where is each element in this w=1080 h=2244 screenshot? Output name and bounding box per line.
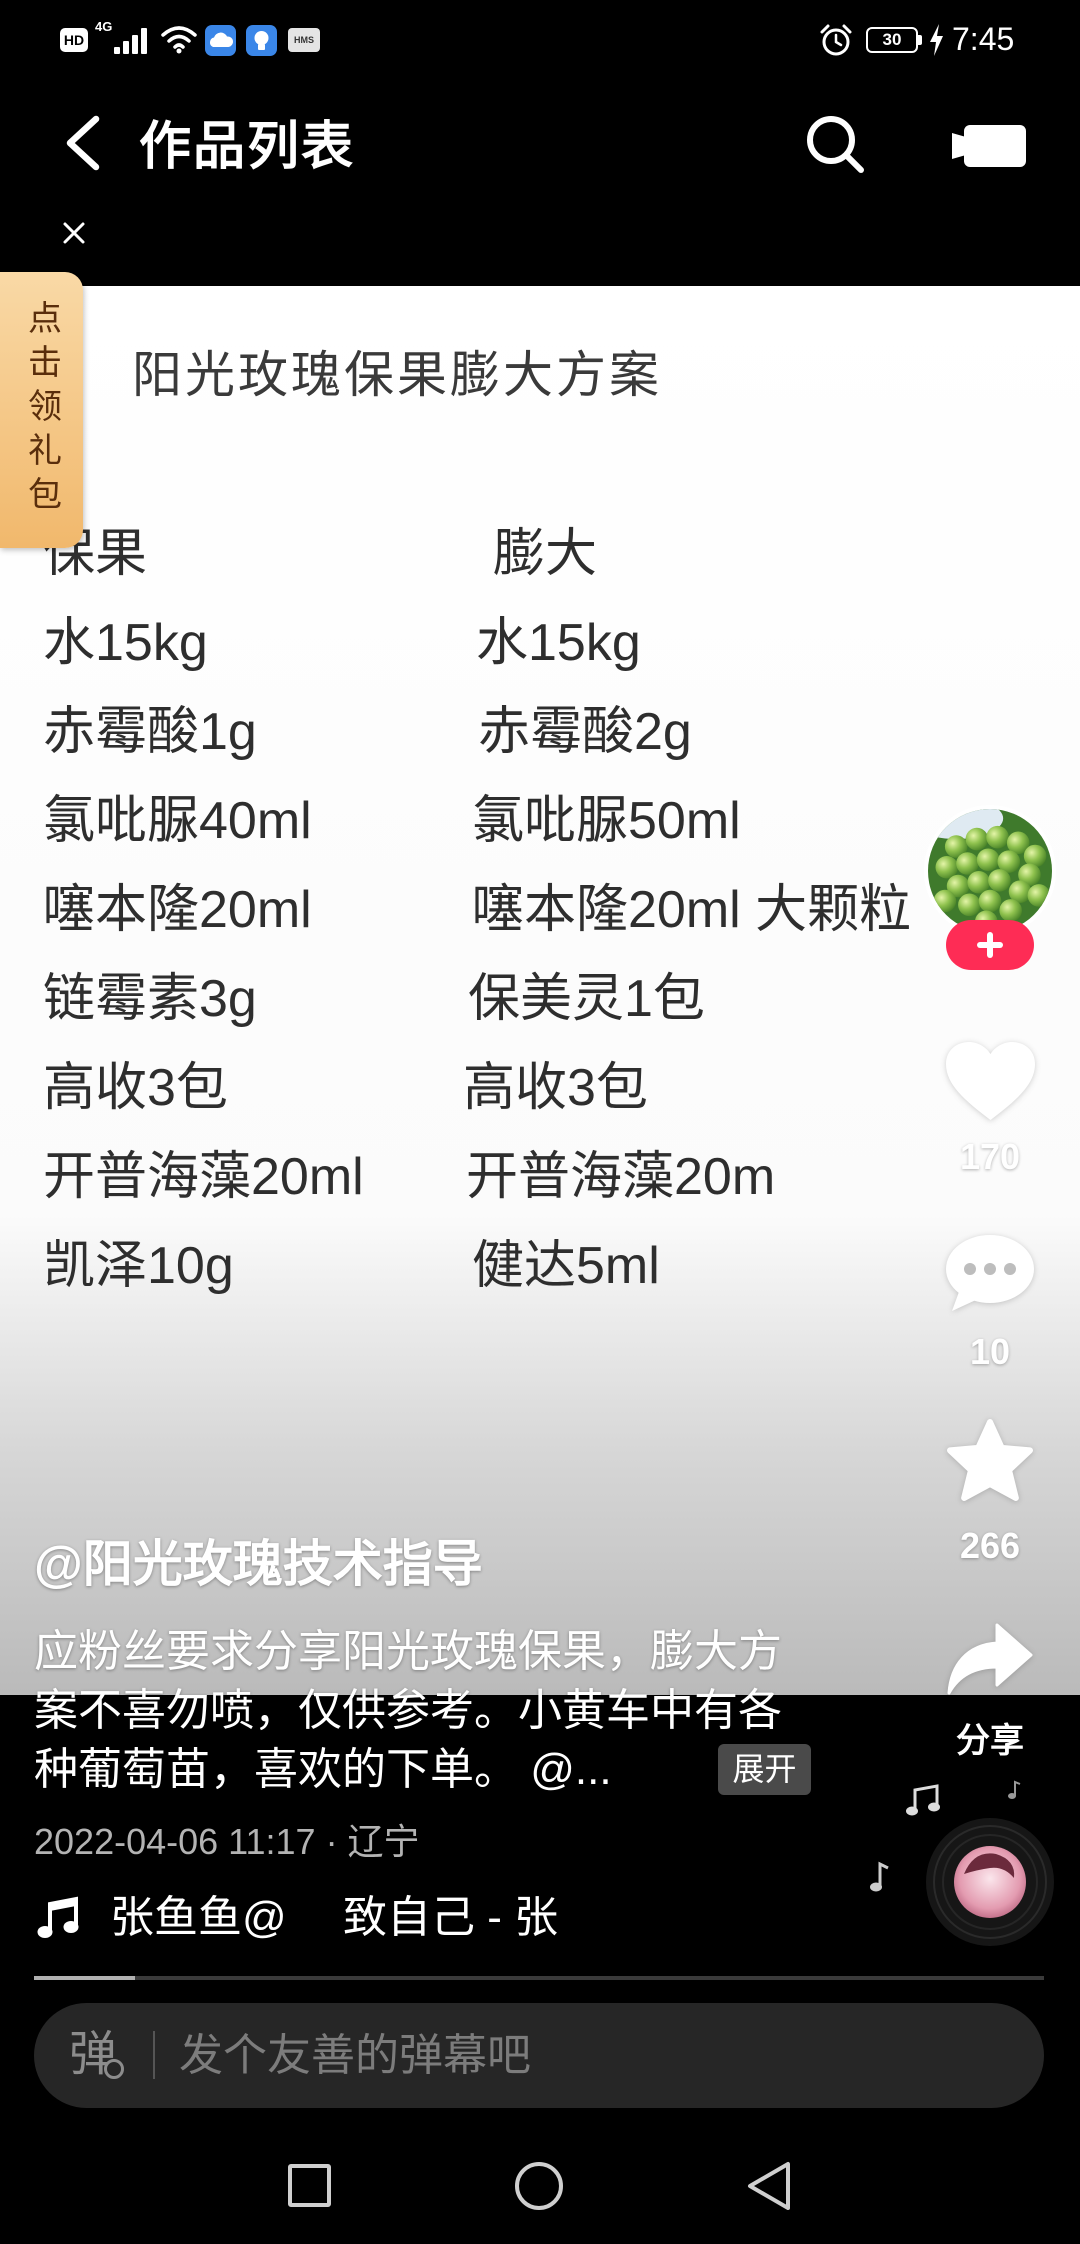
table-cell: 高收3包 (463, 1059, 648, 1117)
video-icon[interactable] (950, 121, 1030, 171)
playback-progress-bar[interactable] (34, 1976, 1044, 1980)
comment-count: 10 (969, 1331, 1011, 1372)
table-cell: 噻本隆20ml 大颗粒 (472, 881, 912, 939)
charging-icon (930, 24, 943, 56)
post-meta: 2022-04-06 11:17 · 辽宁 (34, 1821, 420, 1862)
table-cell: 凯泽10g (43, 1237, 234, 1295)
table-cell: 水15kg (476, 614, 641, 672)
music-note-icon (37, 1896, 79, 1938)
gift-pack-label: 点击领礼包 (22, 300, 61, 520)
table-cell: 保美灵1包 (468, 970, 705, 1028)
battery-level: 30 (882, 30, 902, 49)
grapes-avatar-image (928, 809, 1052, 933)
nav-back-icon[interactable] (744, 2160, 794, 2212)
cloud-icon (205, 25, 236, 56)
music-disc-icon[interactable] (924, 1816, 1056, 1948)
follow-button[interactable] (946, 920, 1034, 970)
danmu-icon-badge (104, 2059, 124, 2079)
clock: 7:45 (952, 21, 1015, 57)
share-label[interactable]: 分享 (924, 1721, 1056, 1761)
music-track: 致自己 - 张 (343, 1893, 559, 1942)
share-icon[interactable] (947, 1621, 1033, 1698)
description-line: 案不喜勿喷，仅供参考。小黄车中有各 (34, 1686, 782, 1735)
signal-icon (114, 28, 147, 54)
star-icon[interactable] (944, 1416, 1036, 1508)
home-icon[interactable] (515, 2162, 563, 2210)
bulb-icon (246, 25, 277, 56)
comment-icon[interactable] (944, 1233, 1036, 1313)
table-cell: 赤霉酸1g (43, 703, 257, 761)
page-title: 作品列表 (139, 118, 356, 176)
recents-icon[interactable] (288, 2164, 331, 2207)
gift-pack-tab[interactable]: 点击领礼包 (0, 272, 83, 548)
alarm-icon (820, 24, 852, 56)
author-avatar[interactable] (924, 805, 1056, 937)
battery-nub (918, 35, 922, 45)
wifi-icon (161, 26, 197, 54)
battery-icon: 30 (866, 27, 918, 53)
divider (153, 2031, 155, 2079)
table-cell: 氯吡脲50ml (472, 792, 741, 850)
table-cell: 开普海藻20ml (43, 1148, 364, 1206)
table-cell: 开普海藻20m (466, 1148, 776, 1206)
floating-note-icon (906, 1784, 940, 1816)
table-cell: 赤霉酸2g (478, 703, 692, 761)
favorite-count: 266 (959, 1525, 1021, 1566)
floating-note-icon (870, 1861, 889, 1892)
search-icon[interactable] (801, 110, 867, 176)
description-line: 应粉丝要求分享阳光玫瑰保果，膨大方 (34, 1627, 782, 1676)
network-type-label: 4G (95, 19, 113, 34)
table-cell: 氯吡脲40ml (43, 792, 312, 850)
heart-icon[interactable] (944, 1040, 1037, 1123)
table-cell: 健达5ml (472, 1237, 660, 1295)
hms-badge: HMS (288, 28, 320, 52)
back-icon[interactable] (58, 113, 108, 173)
table-cell: 高收3包 (43, 1059, 228, 1117)
image-title: 阳光玫瑰保果膨大方案 (132, 347, 662, 403)
post-image[interactable]: 阳光玫瑰保果膨大方案 保果 膨大 水15kg 水15kg 赤霉酸1g 赤霉酸2g… (0, 286, 1080, 1695)
description-line: 种葡萄苗，喜欢的下单。 @... (34, 1745, 612, 1794)
table-cell: 噻本隆20ml (43, 881, 312, 939)
plus-icon-vertical (987, 932, 993, 958)
column-header-right: 膨大 (493, 525, 598, 583)
danmu-input[interactable]: 弹 发个友善的弹幕吧 (34, 2003, 1044, 2108)
table-cell: 水15kg (43, 614, 208, 672)
author-name[interactable]: @阳光玫瑰技术指导 (34, 1536, 483, 1592)
progress-fill (34, 1976, 135, 1980)
danmu-placeholder: 发个友善的弹幕吧 (179, 2031, 531, 2080)
close-icon[interactable] (60, 219, 88, 247)
expand-button[interactable]: 展开 (718, 1744, 811, 1795)
floating-note-icon (1008, 1780, 1021, 1799)
table-cell: 链霉素3g (43, 970, 257, 1028)
music-author: 张鱼鱼@ (110, 1893, 287, 1942)
like-count: 170 (959, 1136, 1021, 1177)
hd-badge: HD (60, 28, 88, 52)
